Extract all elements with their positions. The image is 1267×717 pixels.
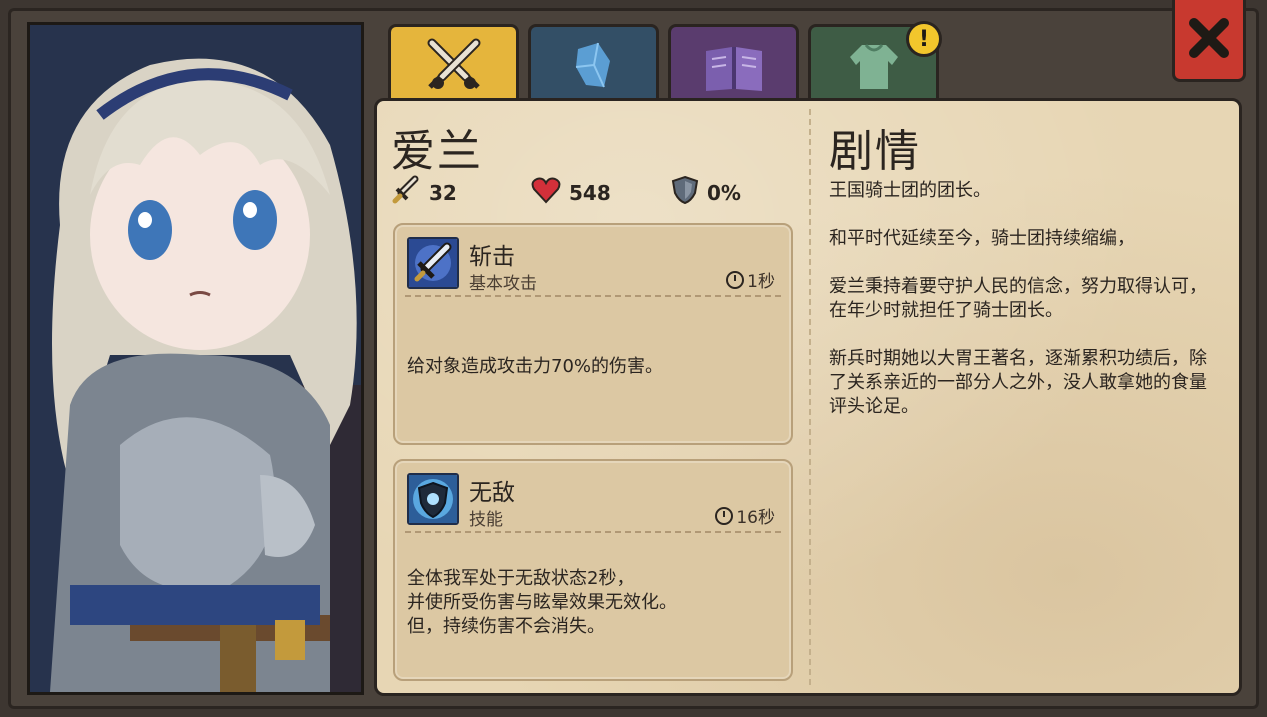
tab-crystal[interactable] xyxy=(528,24,659,108)
shield-icon xyxy=(671,175,699,210)
clock-icon xyxy=(715,506,734,525)
skill-card-slash[interactable]: 斩击 基本攻击 1秒 给对象造成攻击力70%的伤害。 xyxy=(393,223,793,445)
skill-description: 全体我军处于无敌状态2秒， 并使所受伤害与眩晕效果无效化。 但，持续伤害不会消失… xyxy=(407,567,779,639)
skill-cooldown: 16秒 xyxy=(715,503,775,528)
story-paragraph: 王国骑士团的团长。 xyxy=(829,180,991,201)
hp-stat: 548 xyxy=(531,175,671,210)
story-text: 王国骑士团的团长。 和平时代延续至今，骑士团持续缩编， 爱兰秉持着要守护人民的信… xyxy=(829,179,1221,443)
attack-value: 32 xyxy=(429,180,457,205)
slash-skill-icon xyxy=(407,237,459,289)
skill-description-line: 但，持续伤害不会消失。 xyxy=(407,616,605,637)
skill-separator xyxy=(405,295,781,297)
info-panel: 爱兰 32 548 0% 斩击 基本攻击 1秒 给对象造成攻击力70%的伤害。 … xyxy=(374,98,1242,696)
crystal-icon xyxy=(564,37,624,97)
close-button[interactable] xyxy=(1172,0,1246,82)
defense-value: 0% xyxy=(707,180,741,205)
skill-card-invincible[interactable]: 无敌 技能 16秒 全体我军处于无敌状态2秒， 并使所受伤害与眩晕效果无效化。 … xyxy=(393,459,793,681)
skill-description-line: 并使所受伤害与眩晕效果无效化。 xyxy=(407,592,677,613)
story-paragraph: 爱兰秉持着要守护人民的信念，努力取得认可，在年少时就担任了骑士团长。 xyxy=(829,276,1207,321)
cooldown-value: 1秒 xyxy=(747,272,775,292)
story-title: 剧情 xyxy=(829,126,921,177)
tab-book[interactable] xyxy=(668,24,799,108)
skill-separator xyxy=(405,531,781,533)
skill-name: 斩击 xyxy=(469,244,515,270)
sword-icon xyxy=(391,175,421,210)
hp-value: 548 xyxy=(569,180,611,205)
skill-name: 无敌 xyxy=(469,480,515,506)
character-name: 爱兰 xyxy=(391,126,483,177)
armor-icon xyxy=(844,37,904,97)
book-icon xyxy=(702,37,766,97)
tab-battle[interactable] xyxy=(388,24,519,108)
close-icon xyxy=(1186,15,1232,65)
skill-description: 给对象造成攻击力70%的伤害。 xyxy=(407,356,664,377)
cooldown-value: 16秒 xyxy=(736,508,775,528)
story-paragraph: 和平时代延续至今，骑士团持续缩编， xyxy=(829,228,1135,249)
skill-type: 技能 xyxy=(469,510,503,530)
skill-cooldown: 1秒 xyxy=(726,267,775,292)
alert-badge: ! xyxy=(906,21,942,57)
heart-icon xyxy=(531,176,561,209)
skill-type: 基本攻击 xyxy=(469,274,537,294)
defense-stat: 0% xyxy=(671,175,811,210)
story-paragraph: 新兵时期她以大胃王著名，逐渐累积功绩后，除了关系亲近的一部分人之外，没人敢拿她的… xyxy=(829,348,1207,417)
attack-stat: 32 xyxy=(391,175,531,210)
clock-icon xyxy=(726,270,745,289)
stats-row: 32 548 0% xyxy=(391,175,811,210)
character-portrait xyxy=(27,22,364,695)
crossed-swords-icon xyxy=(424,37,484,97)
invincible-skill-icon xyxy=(407,473,459,525)
skill-description-line: 全体我军处于无敌状态2秒， xyxy=(407,568,635,589)
